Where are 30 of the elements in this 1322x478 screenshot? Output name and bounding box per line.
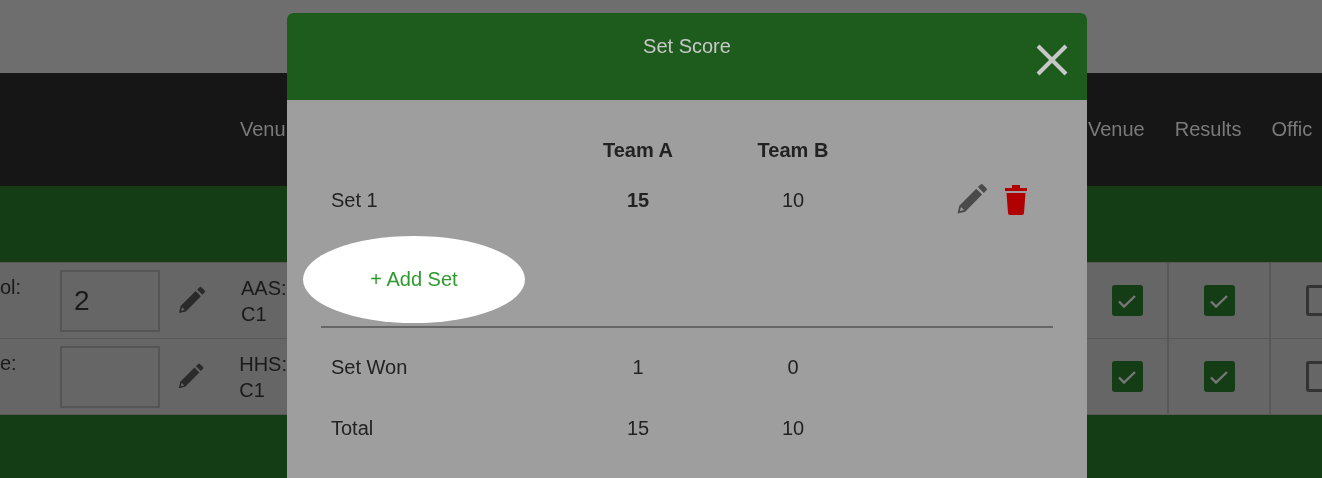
summary-value: 10 [781, 416, 805, 440]
checkbox[interactable] [1111, 285, 1143, 316]
nav-link[interactable]: Results [1174, 118, 1242, 141]
nav-link[interactable]: Venu [240, 118, 286, 140]
checkbox[interactable] [1203, 285, 1235, 316]
summary-value: 1 [632, 355, 644, 379]
score: 15 [626, 188, 650, 212]
column-header: Team A [603, 138, 673, 162]
score: 10 [781, 188, 805, 212]
checkbox[interactable] [1111, 361, 1143, 392]
checkbox[interactable] [1203, 361, 1235, 392]
summary-value: 0 [787, 355, 799, 379]
summary-label: Set Won [331, 355, 408, 379]
input-field[interactable]: 2 [60, 269, 160, 332]
dialog-title: Set Score [643, 35, 731, 59]
summary-label: Total [331, 416, 374, 440]
nav-link[interactable]: Offic [1271, 118, 1313, 141]
row-label: e: [0, 352, 18, 375]
summary-value: 15 [626, 416, 650, 440]
set-label: Set 1 [331, 188, 378, 212]
nav-link[interactable]: Venue [1088, 118, 1145, 141]
court-code: C1 [241, 301, 268, 327]
column-header: Team B [757, 138, 829, 162]
row-label: ol: [0, 276, 23, 299]
team-code: HHS: [239, 351, 287, 377]
court-code: C1 [239, 377, 266, 403]
close-icon[interactable] [1035, 43, 1069, 77]
trash-icon[interactable] [1005, 185, 1027, 215]
team-code: AAS: [241, 275, 287, 301]
add-set-button[interactable]: + Add Set [303, 236, 525, 323]
